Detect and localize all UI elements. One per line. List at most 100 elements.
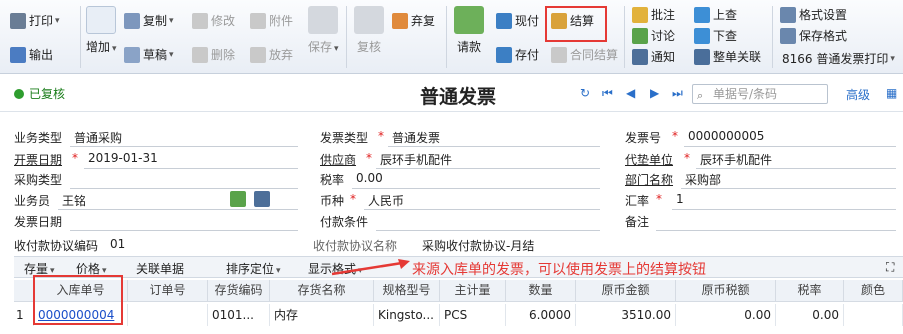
col-color[interactable]: 颜色 bbox=[844, 280, 903, 302]
save-pay-button[interactable]: 存付 bbox=[496, 46, 539, 63]
discard-icon bbox=[250, 46, 266, 63]
save-format-icon bbox=[780, 27, 796, 44]
annotate-button[interactable]: 批注 bbox=[632, 6, 675, 23]
save-button[interactable]: 保存 ▾ bbox=[308, 6, 339, 55]
invoice-date-label[interactable]: 开票日期 bbox=[14, 151, 62, 168]
full-link-button[interactable]: 整单关联 bbox=[694, 48, 761, 65]
megaphone-icon[interactable] bbox=[254, 191, 270, 207]
quantity-cell[interactable]: 6.0000 bbox=[506, 304, 576, 326]
business-type-field[interactable]: 普通采购 bbox=[74, 129, 122, 146]
supplier-label[interactable]: 供应商 bbox=[320, 151, 356, 168]
col-unit[interactable]: 主计量 bbox=[440, 280, 506, 302]
invoice-no-field[interactable]: 0000000005 bbox=[688, 129, 764, 143]
export-button[interactable]: 输出 bbox=[10, 46, 53, 63]
date-label: 发票日期 bbox=[14, 215, 63, 229]
col-tax-amount[interactable]: 原币税额 bbox=[676, 280, 776, 302]
ribbon-toolbar: 打印 ▾ 输出 增加 ▾ 复制 ▾ 草稿 ▾ 修改 删除 附件 放弃 保存 ▾ 复核 bbox=[0, 0, 903, 74]
refresh-icon[interactable]: ↻ bbox=[580, 86, 590, 100]
pay-agreement-name-field[interactable]: 采购收付款协议-月结 bbox=[422, 237, 534, 254]
export-icon bbox=[10, 46, 26, 63]
col-order-no[interactable]: 订单号 bbox=[128, 280, 208, 302]
dept-label[interactable]: 部门名称 bbox=[625, 171, 673, 188]
receipt-column-highlight-box bbox=[33, 275, 123, 325]
print-template-select[interactable]: 8166 普通发票打印 ▾ bbox=[782, 50, 895, 67]
dept-field[interactable]: 采购部 bbox=[685, 171, 721, 188]
draft-button[interactable]: 草稿 ▾ bbox=[124, 46, 174, 63]
currency-field[interactable]: 人民币 bbox=[368, 192, 404, 209]
save-format-button[interactable]: 保存格式 bbox=[780, 27, 847, 44]
floppy-disk-icon bbox=[308, 6, 339, 34]
next-record-icon[interactable]: ▶ bbox=[650, 86, 659, 100]
chat-icon[interactable] bbox=[230, 191, 246, 207]
supplier-field[interactable]: 辰环手机配件 bbox=[380, 151, 452, 168]
format-icon bbox=[780, 6, 796, 23]
review-button[interactable]: 复核 bbox=[354, 6, 384, 55]
pay-agreement-code-label: 收付款协议编码 bbox=[14, 239, 99, 253]
invoice-type-field[interactable]: 普通发票 bbox=[392, 129, 440, 146]
print-button[interactable]: 打印 ▾ bbox=[10, 12, 60, 29]
copy-button[interactable]: 复制 ▾ bbox=[124, 12, 174, 29]
staff-field[interactable]: 王铭 bbox=[62, 192, 86, 209]
copy-icon bbox=[124, 12, 140, 29]
col-inventory-name[interactable]: 存货名称 bbox=[270, 280, 374, 302]
sort-locate-button[interactable]: 排序定位 ▾ bbox=[226, 260, 281, 277]
prev-record-icon[interactable]: ◀ bbox=[626, 86, 635, 100]
pay-terms-label: 付款条件 bbox=[320, 215, 369, 229]
unit-cell[interactable]: PCS bbox=[440, 304, 506, 326]
col-amount[interactable]: 原币金额 bbox=[576, 280, 676, 302]
col-inventory-code[interactable]: 存货编码 bbox=[208, 280, 270, 302]
add-button[interactable]: 增加 ▾ bbox=[86, 6, 117, 55]
col-tax-rate[interactable]: 税率 bbox=[776, 280, 844, 302]
abandon-review-button[interactable]: 弃复 bbox=[392, 12, 435, 29]
pencil-icon bbox=[192, 12, 208, 29]
inventory-code-cell[interactable]: 0101... bbox=[208, 304, 270, 326]
tax-rate-field[interactable]: 0.00 bbox=[356, 171, 383, 185]
pay-agreement-name-label: 收付款协议名称 bbox=[313, 239, 398, 253]
amount-cell[interactable]: 3510.00 bbox=[576, 304, 676, 326]
contract-settle-icon bbox=[551, 46, 567, 63]
tax-rate-cell[interactable]: 0.00 bbox=[776, 304, 844, 326]
attachment-button[interactable]: 附件 bbox=[250, 12, 293, 29]
search-input[interactable]: ⌕ 单据号/条码 bbox=[692, 84, 828, 104]
down-arrow-icon bbox=[694, 27, 710, 44]
cash-pay-icon bbox=[496, 12, 512, 29]
search-icon: ⌕ bbox=[697, 89, 704, 102]
payer-field[interactable]: 辰环手机配件 bbox=[700, 151, 772, 168]
tax-amount-cell[interactable]: 0.00 bbox=[676, 304, 776, 326]
col-quantity[interactable]: 数量 bbox=[506, 280, 576, 302]
purchase-type-label: 采购类型 bbox=[14, 173, 63, 187]
link-icon bbox=[694, 48, 710, 65]
format-settings-button[interactable]: 格式设置 bbox=[780, 6, 847, 23]
expand-icon[interactable]: ⛶ bbox=[886, 260, 894, 275]
notify-button[interactable]: 通知 bbox=[632, 48, 675, 65]
page-title: 普通发票 bbox=[420, 86, 497, 108]
title-bar: 已复核 普通发票 ↻ ⏮ ◀ ▶ ⏭ ⌕ 单据号/条码 高级 ▦ bbox=[0, 76, 903, 112]
modify-button[interactable]: 修改 bbox=[192, 12, 235, 29]
color-cell[interactable] bbox=[844, 304, 903, 326]
spec-cell[interactable]: Kingsto... bbox=[374, 304, 440, 326]
last-record-icon[interactable]: ⏭ bbox=[672, 86, 683, 101]
advanced-search-link[interactable]: 高级 bbox=[846, 86, 870, 103]
exchange-rate-field[interactable]: 1 bbox=[676, 192, 684, 206]
contract-settle-button[interactable]: 合同结算 bbox=[551, 46, 618, 63]
invoice-date-field[interactable]: 2019-01-31 bbox=[88, 151, 158, 165]
settle-highlight-box bbox=[545, 6, 607, 42]
next-query-button[interactable]: 下查 bbox=[694, 27, 737, 44]
discuss-button[interactable]: 讨论 bbox=[632, 27, 675, 44]
layout-icon[interactable]: ▦ bbox=[886, 86, 897, 100]
payer-label[interactable]: 代垫单位 bbox=[625, 151, 673, 168]
first-record-icon[interactable]: ⏮ bbox=[602, 86, 613, 101]
col-spec[interactable]: 规格型号 bbox=[374, 280, 440, 302]
cash-pay-button[interactable]: 现付 bbox=[496, 12, 539, 29]
printer-icon bbox=[10, 12, 26, 29]
add-doc-icon bbox=[86, 6, 117, 34]
discard-button[interactable]: 放弃 bbox=[250, 46, 293, 63]
money-icon bbox=[454, 6, 484, 34]
prev-query-button[interactable]: 上查 bbox=[694, 6, 737, 23]
inventory-name-cell[interactable]: 内存 bbox=[270, 304, 374, 326]
pay-agreement-code-field[interactable]: 01 bbox=[110, 237, 125, 251]
payment-request-button[interactable]: 请款 bbox=[454, 6, 484, 55]
delete-button[interactable]: 删除 bbox=[192, 46, 235, 63]
order-no-cell[interactable] bbox=[128, 304, 208, 326]
related-docs-button[interactable]: 关联单据 bbox=[136, 260, 184, 277]
